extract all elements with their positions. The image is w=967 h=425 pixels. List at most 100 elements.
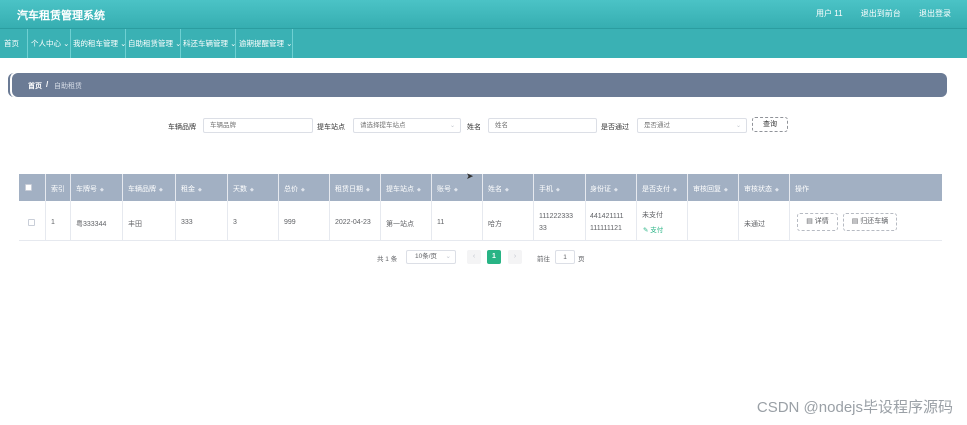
station-select[interactable] <box>353 118 461 133</box>
approved-select[interactable] <box>637 118 747 133</box>
sort-icon[interactable]: ◆ <box>454 187 458 193</box>
sort-icon[interactable]: ◆ <box>301 187 305 193</box>
column-divider <box>70 174 71 241</box>
sort-icon[interactable]: ◆ <box>250 187 254 193</box>
cell-id-line2: 111111121 <box>590 225 622 232</box>
cell-phone-line1: 111222333 <box>539 213 573 220</box>
next-page-button[interactable]: › <box>508 250 522 264</box>
top-right-menu: 用户 11 退出到前台 退出登录 <box>816 8 967 19</box>
app-title: 汽车租赁管理系统 <box>17 10 105 22</box>
page-size-select[interactable]: 10条/页 ⌄ <box>406 250 456 264</box>
station-filter-label: 提车站点 <box>317 124 345 131</box>
cell-review-status: 未通过 <box>744 221 765 228</box>
column-header-brand[interactable]: 车辆品牌 ◆ <box>128 184 163 194</box>
nav-item-self-rental[interactable]: 自助租赁管理 ⌄ <box>128 38 181 49</box>
chevron-left-icon: ‹ <box>472 253 476 260</box>
column-divider <box>482 174 483 241</box>
sort-icon[interactable]: ◆ <box>775 187 779 193</box>
column-header-index[interactable]: 索引 <box>51 184 65 194</box>
column-divider <box>687 174 688 241</box>
chevron-down-icon: ⌄ <box>445 253 451 260</box>
cell-index: 1 <box>51 219 55 226</box>
name-input[interactable] <box>488 118 597 133</box>
sort-icon[interactable]: ◆ <box>614 187 618 193</box>
sort-icon[interactable]: ◆ <box>673 187 677 193</box>
column-divider <box>636 174 637 241</box>
nav-item-my-rentals[interactable]: 我的租车管理 ⌄ <box>73 38 126 49</box>
column-header-paid[interactable]: 是否支付 ◆ <box>642 184 677 194</box>
brand-input[interactable] <box>203 118 313 133</box>
approved-filter-label: 是否通过 <box>601 124 629 131</box>
cell-name: 哈方 <box>488 221 502 228</box>
nav-divider <box>70 29 71 58</box>
column-header-station[interactable]: 提车站点 ◆ <box>386 184 421 194</box>
nav-item-home[interactable]: 首页 <box>4 38 19 49</box>
column-header-phone[interactable]: 手机 ◆ <box>539 184 560 194</box>
column-header-review-reply[interactable]: 审核回复 ◆ <box>693 184 728 194</box>
breadcrumb-separator: / <box>46 80 49 89</box>
mouse-cursor-icon: ➤ <box>466 171 474 181</box>
cell-paid-status: 未支付 <box>642 212 663 219</box>
cell-plate: 粤333344 <box>76 221 107 228</box>
nav-item-personal-center[interactable]: 个人中心 ⌄ <box>31 38 69 49</box>
cell-brand: 丰田 <box>128 221 142 228</box>
nav-divider <box>125 29 126 58</box>
sort-icon[interactable]: ◆ <box>556 187 560 193</box>
chevron-down-icon: ⌄ <box>61 39 70 48</box>
breadcrumb-home[interactable]: 首页 <box>28 81 42 91</box>
name-filter-label: 姓名 <box>467 124 481 131</box>
column-divider <box>380 174 381 241</box>
detail-button[interactable]: ▤ 详情 <box>797 213 838 231</box>
column-divider <box>278 174 279 241</box>
sort-icon[interactable]: ◆ <box>417 187 421 193</box>
sort-icon[interactable]: ◆ <box>198 187 202 193</box>
goto-label: 前往 <box>537 256 550 263</box>
column-header-name[interactable]: 姓名 ◆ <box>488 184 509 194</box>
nav-divider <box>292 29 293 58</box>
cell-station: 第一站点 <box>386 221 414 228</box>
sort-icon[interactable]: ◆ <box>100 187 104 193</box>
breadcrumb-current: 自助租赁 <box>54 83 82 90</box>
search-button[interactable]: 查询 <box>752 117 788 132</box>
prev-page-button[interactable]: ‹ <box>467 250 481 264</box>
column-header-date[interactable]: 租赁日期 ◆ <box>335 184 370 194</box>
column-header-actions: 操作 <box>795 186 809 193</box>
watermark: CSDN @nodejs毕设程序源码 <box>756 399 953 416</box>
column-header-days[interactable]: 天数 ◆ <box>233 184 254 194</box>
chevron-down-icon: ⌄ <box>736 123 742 129</box>
logout-link[interactable]: 退出登录 <box>919 9 951 18</box>
exit-to-frontend-link[interactable]: 退出到前台 <box>861 9 901 18</box>
sort-icon[interactable]: ◆ <box>505 187 509 193</box>
column-header-account[interactable]: 账号 ◆ <box>437 184 458 194</box>
nav-divider <box>235 29 236 58</box>
pay-link[interactable]: ✎ 支付 <box>643 224 663 234</box>
column-divider <box>45 174 46 241</box>
pagination-total: 共 1 条 <box>377 256 398 263</box>
cell-id-line1: 441421111 <box>590 213 624 220</box>
column-header-id-card[interactable]: 身份证 ◆ <box>590 184 618 194</box>
column-header-plate[interactable]: 车牌号 ◆ <box>76 184 104 194</box>
column-header-rent[interactable]: 租金 ◆ <box>181 184 202 194</box>
column-divider <box>789 174 790 241</box>
column-header-review-status[interactable]: 审核状态 ◆ <box>744 184 779 194</box>
column-divider <box>431 174 432 241</box>
return-vehicle-button[interactable]: ▤ 归还车辆 <box>843 213 897 231</box>
nav-item-vehicle-return[interactable]: 科还车辆管理 ⌄ <box>183 38 236 49</box>
sort-icon[interactable]: ◆ <box>159 187 163 193</box>
row-checkbox[interactable] <box>28 219 35 226</box>
page-suffix: 页 <box>578 256 585 263</box>
nav-item-overdue-reminder[interactable]: 逾期提醒管理 ⌄ <box>239 38 292 49</box>
brand-filter-label: 车辆品牌 <box>168 124 196 131</box>
sort-icon[interactable]: ◆ <box>366 187 370 193</box>
sort-icon[interactable]: ◆ <box>724 187 728 193</box>
goto-page-input[interactable] <box>555 250 575 264</box>
column-header-total[interactable]: 总价 ◆ <box>284 184 305 194</box>
column-divider <box>738 174 739 241</box>
page-number-current[interactable]: 1 <box>487 250 501 264</box>
top-bar: 汽车租赁管理系统 用户 11 退出到前台 退出登录 <box>0 0 967 29</box>
row-border <box>19 240 942 241</box>
nav-divider <box>27 29 28 58</box>
current-user: 用户 11 <box>816 9 843 18</box>
cell-rent: 333 <box>181 219 193 226</box>
select-all-checkbox[interactable] <box>25 184 32 191</box>
